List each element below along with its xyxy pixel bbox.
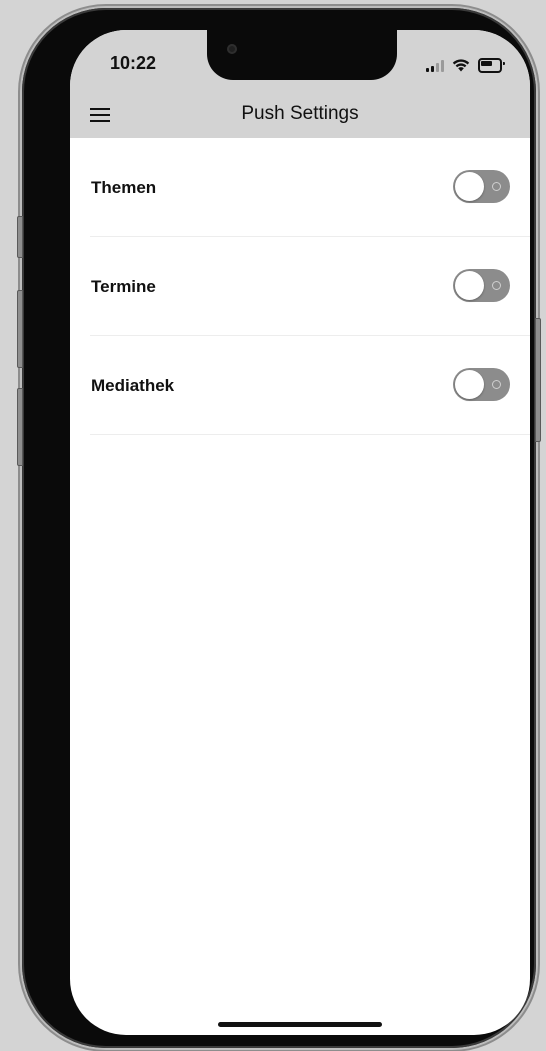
- mediathek-toggle[interactable]: [453, 368, 510, 401]
- home-indicator[interactable]: [218, 1022, 382, 1027]
- status-bar: 10:22: [70, 30, 530, 94]
- setting-row-themen: Themen: [70, 138, 530, 237]
- navigation-bar: Push Settings: [70, 94, 530, 138]
- settings-list: Themen Termine Mediathek: [70, 138, 530, 435]
- termine-toggle[interactable]: [453, 269, 510, 302]
- status-time: 10:22: [110, 53, 157, 73]
- toggle-off-indicator-icon: [492, 182, 501, 191]
- setting-row-termine: Termine: [70, 237, 530, 336]
- divider: [90, 434, 530, 435]
- cellular-signal-icon: [426, 59, 444, 72]
- wifi-icon: [452, 59, 470, 72]
- page-title: Push Settings: [241, 103, 359, 124]
- setting-row-mediathek: Mediathek: [70, 336, 530, 435]
- themen-toggle[interactable]: [453, 170, 510, 203]
- action-button: [17, 216, 23, 258]
- phone-frame: 10:22 Push Settings Themen Termine Media…: [17, 8, 541, 1048]
- toggle-off-indicator-icon: [492, 281, 501, 290]
- volume-up-button: [17, 290, 23, 368]
- battery-icon: [478, 58, 505, 73]
- power-button: [535, 318, 541, 442]
- toggle-knob: [455, 370, 484, 399]
- setting-label-mediathek: Mediathek: [91, 376, 175, 395]
- setting-label-termine: Termine: [91, 277, 156, 296]
- setting-label-themen: Themen: [91, 178, 157, 197]
- toggle-off-indicator-icon: [492, 380, 501, 389]
- volume-down-button: [17, 388, 23, 466]
- front-camera: [227, 44, 237, 54]
- toggle-knob: [455, 271, 484, 300]
- toggle-knob: [455, 172, 484, 201]
- status-icons: [426, 58, 505, 73]
- notch: [207, 30, 397, 80]
- screen: 10:22 Push Settings Themen Termine Media…: [70, 30, 530, 1035]
